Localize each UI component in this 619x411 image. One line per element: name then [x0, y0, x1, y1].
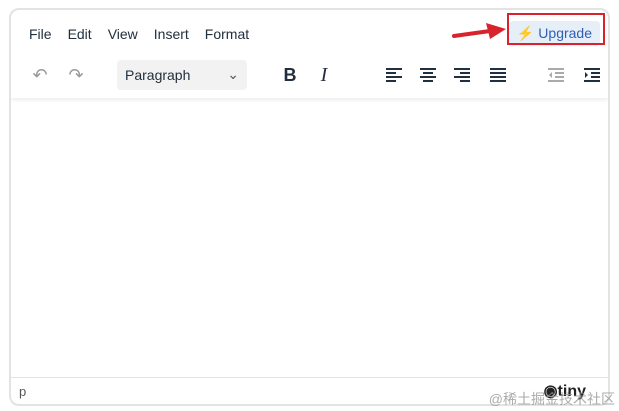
chevron-down-icon: ⌄ [227, 66, 239, 82]
justify-icon[interactable] [483, 60, 513, 90]
menubar: File Edit View Insert Format [21, 22, 257, 46]
menu-insert[interactable]: Insert [146, 22, 197, 46]
highlight-box [507, 13, 605, 45]
arrow-annotation-icon [452, 23, 506, 39]
bold-icon[interactable]: B [275, 60, 305, 90]
menu-format[interactable]: Format [197, 22, 257, 46]
watermark: @稀土掘金技术社区 [488, 391, 615, 407]
menu-view[interactable]: View [100, 22, 146, 46]
menu-file[interactable]: File [21, 22, 60, 46]
italic-icon[interactable]: I [309, 60, 339, 90]
redo-icon[interactable]: ↷ [61, 60, 91, 90]
editor-content-area[interactable] [11, 98, 608, 380]
indent-icon[interactable] [577, 60, 607, 90]
menu-edit[interactable]: Edit [60, 22, 100, 46]
undo-icon[interactable]: ↶ [25, 60, 55, 90]
align-center-icon[interactable] [413, 60, 443, 90]
toolbar: ↶ ↷ Paragraph ⌄ B I [25, 60, 605, 90]
align-left-icon[interactable] [379, 60, 409, 90]
align-right-icon[interactable] [447, 60, 477, 90]
rich-text-editor: File Edit View Insert Format ⚡ Upgrade ↶ … [9, 8, 610, 406]
block-format-value: Paragraph [125, 67, 191, 83]
outdent-icon[interactable] [541, 60, 571, 90]
block-format-select[interactable]: Paragraph ⌄ [117, 60, 247, 90]
element-path[interactable]: p [19, 384, 26, 399]
